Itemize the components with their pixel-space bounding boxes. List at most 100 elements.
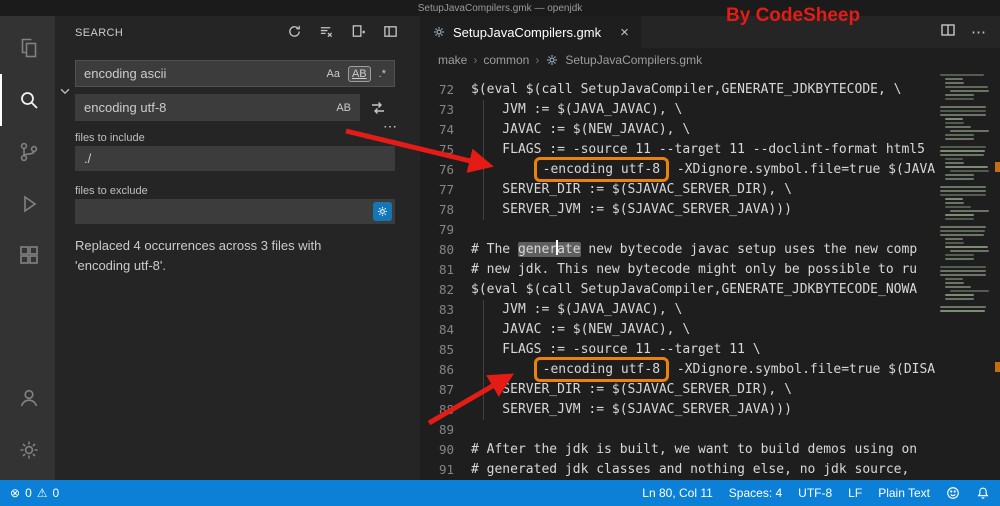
line-number: 89 (438, 422, 454, 437)
line-number: 88 (438, 402, 454, 417)
annotation-box: -encoding utf-8 (533, 357, 670, 382)
breadcrumb-item-file[interactable]: SetupJavaCompilers.gmk (565, 53, 702, 67)
minimap-line (944, 254, 975, 256)
minimap-line (940, 306, 986, 308)
line-number: 75 (438, 142, 454, 157)
code-editor[interactable]: 72 $(eval $(call SetupJavaCompiler,GENERA… (420, 72, 1000, 480)
minimap-line (944, 166, 988, 168)
extensions-icon[interactable] (0, 230, 55, 282)
split-editor-icon[interactable] (940, 22, 956, 42)
tab-label: SetupJavaCompilers.gmk (453, 24, 602, 40)
code-line[interactable]: 91 # generated jdk classes and nothing el… (420, 460, 1000, 480)
minimap-line (944, 86, 988, 88)
run-debug-icon[interactable] (0, 178, 55, 230)
code-line[interactable]: 83 JVM := $(JAVA_JAVAC), \ (420, 300, 1000, 320)
toggle-replace-chevron-icon[interactable] (58, 84, 72, 103)
minimap-line (944, 238, 964, 240)
match-case-icon[interactable]: Aa (323, 66, 344, 82)
explorer-icon[interactable] (0, 22, 55, 74)
source-control-icon[interactable] (0, 126, 55, 178)
code-line[interactable]: 72 $(eval $(call SetupJavaCompiler,GENERA… (420, 80, 1000, 100)
minimap-line (940, 110, 986, 112)
code-line[interactable]: 73 JVM := $(JAVA_JAVAC), \ (420, 100, 1000, 120)
exclude-settings-gear-icon[interactable] (373, 202, 392, 221)
minimap-line (944, 258, 975, 260)
feedback-icon[interactable] (946, 486, 960, 500)
minimap-line (944, 126, 972, 128)
replace-input[interactable] (75, 94, 360, 121)
code-line[interactable]: 80 # The generate new bytecode javac setu… (420, 240, 1000, 260)
code-line[interactable]: 75 FLAGS := -source 11 --target 11 --doc… (420, 140, 1000, 160)
minimap-line (944, 218, 975, 220)
account-icon[interactable] (0, 372, 55, 424)
minimap-line (940, 186, 986, 188)
new-search-editor-icon[interactable] (351, 24, 366, 42)
code-line[interactable]: 90 # After the jdk is built, we want to b… (420, 440, 1000, 460)
line-text: SERVER_JVM := $(SJAVAC_SERVER_JAVA))) (471, 200, 792, 220)
files-to-include-input[interactable] (75, 146, 395, 171)
code-line[interactable]: 79 (420, 220, 1000, 240)
code-line[interactable]: 81 # new jdk. This new bytecode might onl… (420, 260, 1000, 280)
regex-icon[interactable]: .* (375, 66, 390, 82)
whole-word-icon[interactable]: AB (347, 65, 371, 82)
minimap-line (940, 150, 985, 152)
minimap-line (949, 130, 989, 132)
minimap-line (944, 198, 964, 200)
line-text: # generated jdk classes and nothing else… (471, 462, 910, 477)
notifications-bell-icon[interactable] (976, 486, 990, 500)
breadcrumb-item-make[interactable]: make (438, 53, 467, 67)
search-icon[interactable] (0, 74, 55, 126)
indentation-setting[interactable]: Spaces: 4 (729, 486, 782, 500)
code-line[interactable]: 84 JAVAC := $(NEW_JAVAC), \ (420, 320, 1000, 340)
close-tab-icon[interactable]: × (620, 24, 629, 41)
eol-setting[interactable]: LF (848, 486, 862, 500)
minimap[interactable] (940, 74, 998, 314)
minimap-line (944, 202, 964, 204)
line-text: # The generate new bytecode javac setup … (471, 240, 918, 257)
line-number: 90 (438, 442, 454, 457)
minimap-line (944, 94, 975, 96)
minimap-line (940, 310, 985, 312)
minimap-line (940, 146, 986, 148)
code-line[interactable]: 85 FLAGS := -source 11 --target 11 \ (420, 340, 1000, 360)
toggle-search-details-icon[interactable]: ⋯ (383, 118, 397, 135)
language-mode[interactable]: Plain Text (878, 486, 930, 500)
refresh-icon[interactable] (287, 24, 302, 42)
problems-indicator[interactable]: ⊗ 0 ⚠ 0 (10, 486, 59, 500)
tab-setupjavacompilers[interactable]: SetupJavaCompilers.gmk × (420, 16, 641, 48)
code-line[interactable]: 88 SERVER_JVM := $(SJAVAC_SERVER_JAVA))) (420, 400, 1000, 420)
minimap-line (940, 266, 986, 268)
line-number: 80 (438, 242, 454, 257)
line-text: JVM := $(JAVA_JAVAC), \ (471, 100, 682, 120)
minimap-line (944, 134, 975, 136)
code-line[interactable]: 74 JAVAC := $(NEW_JAVAC), \ (420, 120, 1000, 140)
preserve-case-icon[interactable]: AB (332, 100, 355, 116)
code-line[interactable]: 89 (420, 420, 1000, 440)
code-line[interactable]: 86 -encoding utf-8 -XDignore.symbol.file… (420, 357, 1000, 382)
open-in-editor-icon[interactable] (383, 24, 398, 42)
minimap-line (944, 246, 988, 248)
files-to-exclude-input[interactable] (75, 199, 395, 224)
editor-more-actions-icon[interactable]: ⋯ (971, 23, 986, 41)
encoding-setting[interactable]: UTF-8 (798, 486, 832, 500)
minimap-line (944, 78, 964, 80)
settings-gear-icon[interactable] (0, 424, 55, 476)
minimap-line (949, 250, 989, 252)
minimap-line (940, 190, 986, 192)
clear-search-results-icon[interactable] (319, 24, 334, 42)
breadcrumb-item-common[interactable]: common (483, 53, 529, 67)
code-line[interactable]: 87 SERVER_DIR := $(SJAVAC_SERVER_DIR), \ (420, 380, 1000, 400)
line-text: $(eval $(call SetupJavaCompiler,GENERATE… (471, 282, 918, 297)
cursor-position[interactable]: Ln 80, Col 11 (642, 486, 713, 500)
line-text: JAVAC := $(NEW_JAVAC), \ (471, 320, 690, 340)
minimap-line (944, 286, 972, 288)
editor-group: SetupJavaCompilers.gmk × ⋯ make › common… (420, 16, 1000, 480)
file-icon (545, 53, 559, 67)
minimap-line (944, 298, 975, 300)
code-line[interactable]: 77 SERVER_DIR := $(SJAVAC_SERVER_DIR), \ (420, 180, 1000, 200)
code-line[interactable]: 82 $(eval $(call SetupJavaCompiler,GENERA… (420, 280, 1000, 300)
line-text: -encoding utf-8 -XDignore.symbol.file=tr… (471, 357, 935, 382)
code-line[interactable]: 76 -encoding utf-8 -XDignore.symbol.file… (420, 157, 1000, 182)
code-line[interactable]: 78 SERVER_JVM := $(SJAVAC_SERVER_JAVA))) (420, 200, 1000, 220)
line-text: -encoding utf-8 -XDignore.symbol.file=tr… (471, 157, 935, 182)
